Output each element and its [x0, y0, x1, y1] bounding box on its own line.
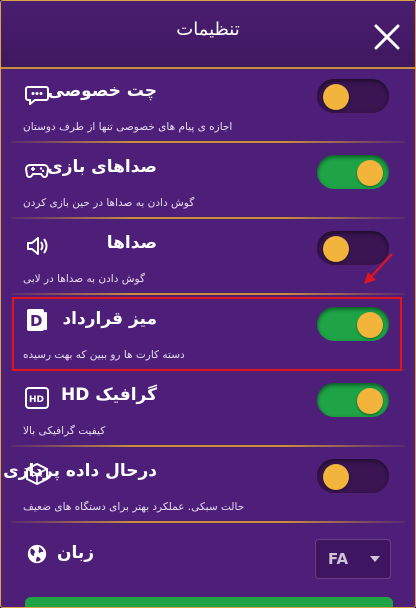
setting-desc: اجازه ی پیام های خصوصی تنها از طرف دوستا…	[23, 121, 233, 133]
setting-label: گرافیک HD	[60, 385, 157, 405]
game-sounds-toggle[interactable]	[317, 155, 389, 189]
setting-label: درحال داده پردازی	[3, 461, 157, 481]
setting-label: صداها	[106, 233, 157, 253]
highlight-box	[12, 297, 402, 371]
toggle-knob	[323, 84, 349, 110]
language-value: FA	[328, 550, 349, 568]
hd-icon: HD	[25, 387, 49, 409]
arrow-annotation-icon	[364, 253, 393, 284]
setting-desc: گوش دادن به صداها در حین بازی کردن	[23, 197, 195, 209]
toggle-knob	[357, 160, 383, 186]
toggle-knob	[323, 236, 349, 262]
private-chat-toggle[interactable]	[317, 79, 389, 113]
divider	[11, 445, 405, 447]
divider	[11, 293, 405, 295]
setting-label: چت خصوصی	[47, 81, 157, 101]
dialog-header: تنظیمات	[1, 1, 415, 69]
setting-row-data-processing: درحال داده پردازی حالت سبکی. عملکرد بهتر…	[1, 449, 415, 527]
globe-icon	[27, 544, 47, 564]
gamepad-icon	[25, 164, 49, 178]
setting-desc: کیفیت گرافیکی بالا	[23, 425, 106, 437]
setting-desc: گوش دادن به صداها در لابی	[23, 273, 145, 285]
chevron-down-icon	[370, 556, 380, 562]
speaker-icon	[27, 237, 48, 255]
language-label: زبان	[57, 543, 95, 563]
settings-dialog: تنظیمات چت خصوصی اجازه ی پیام های خصوصی …	[0, 0, 416, 608]
setting-desc: حالت سبکی. عملکرد بهتر برای دستگاه های ض…	[23, 501, 245, 513]
dialog-title: تنظیمات	[176, 19, 240, 40]
toggle-knob	[357, 388, 383, 414]
setting-row-game-sounds: صداهای بازی گوش دادن به صداها در حین باز…	[1, 145, 415, 223]
setting-row-sounds: صداها گوش دادن به صداها در لابی	[1, 221, 415, 299]
chat-bubble-icon	[25, 86, 49, 105]
setting-row-private-chat: چت خصوصی اجازه ی پیام های خصوصی تنها از …	[1, 69, 415, 147]
svg-text:HD: HD	[29, 395, 44, 405]
close-icon[interactable]	[371, 21, 403, 53]
divider	[11, 141, 405, 143]
divider	[11, 217, 405, 219]
toggle-knob	[323, 464, 349, 490]
language-select[interactable]: FA	[315, 539, 391, 579]
divider	[11, 521, 405, 523]
setting-label: صداهای بازی	[47, 157, 157, 177]
data-processing-toggle[interactable]	[317, 459, 389, 493]
bottom-action-button[interactable]	[25, 597, 393, 607]
setting-row-hd-graphics: HD گرافیک HD کیفیت گرافیکی بالا	[1, 373, 415, 451]
hd-graphics-toggle[interactable]	[317, 383, 389, 417]
